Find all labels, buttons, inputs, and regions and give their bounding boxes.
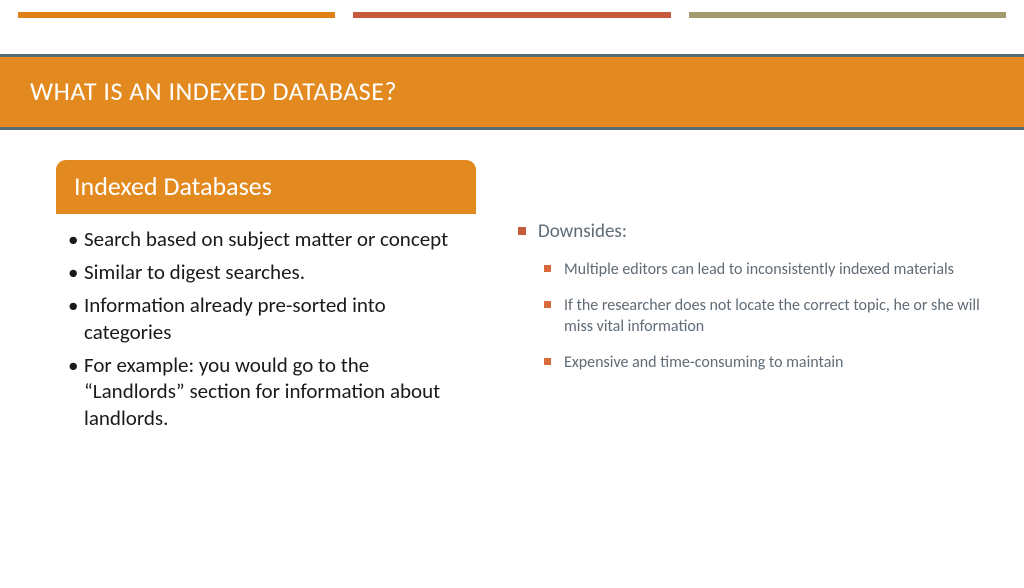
- title-bar: WHAT IS AN INDEXED DATABASE?: [0, 54, 1024, 130]
- list-item: Search based on subject matter or concep…: [66, 226, 466, 253]
- right-column: Downsides: Multiple editors can lead to …: [516, 160, 984, 438]
- list-item: Similar to digest searches.: [66, 259, 466, 286]
- list-item: If the researcher does not locate the co…: [544, 295, 984, 338]
- list-item: Multiple editors can lead to inconsisten…: [544, 259, 984, 281]
- features-list: Search based on subject matter or concep…: [66, 226, 466, 432]
- list-item: Expensive and time-consuming to maintain: [544, 352, 984, 374]
- accent-stripes: [0, 12, 1024, 18]
- slide-title: WHAT IS AN INDEXED DATABASE?: [30, 75, 994, 107]
- left-column: Indexed Databases Search based on subjec…: [56, 160, 476, 438]
- stripe-orange: [18, 12, 335, 18]
- content-area: Indexed Databases Search based on subjec…: [0, 130, 1024, 438]
- downsides-list: Multiple editors can lead to inconsisten…: [516, 259, 984, 373]
- card-body: Search based on subject matter or concep…: [56, 214, 476, 432]
- stripe-red: [353, 12, 670, 18]
- list-item: Information already pre-sorted into cate…: [66, 292, 466, 346]
- list-item: For example: you would go to the “Landlo…: [66, 352, 466, 433]
- stripe-olive: [689, 12, 1006, 18]
- downsides-heading: Downsides:: [516, 220, 984, 243]
- card-header: Indexed Databases: [56, 160, 476, 214]
